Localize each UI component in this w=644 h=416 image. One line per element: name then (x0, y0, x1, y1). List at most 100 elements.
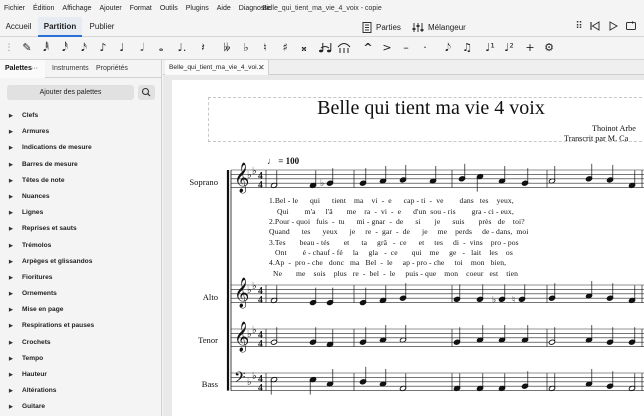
key-signature-flat: ♭ (252, 166, 257, 177)
expand-arrow-icon: ▶ (9, 323, 13, 330)
palette-item-label: Trémolos (22, 241, 52, 249)
expand-arrow-icon: ▶ (9, 274, 13, 281)
menu-item-5[interactable]: Outils (156, 5, 182, 12)
palette-item[interactable]: ▶ Têtes de note (0, 173, 160, 189)
expand-arrow-icon: ▶ (9, 193, 13, 200)
menu-item-0[interactable]: Fichier (0, 5, 29, 12)
augmentation-dot-icon[interactable]: ♩. (175, 40, 189, 56)
panel-tab-bar: Palettes ··· Instruments Propriétés (0, 60, 162, 78)
key-signature-flat: ♭ (247, 285, 252, 296)
palette-item[interactable]: ▶ Clefs (0, 108, 160, 124)
loop-icon[interactable] (624, 20, 638, 34)
mixer-icon (412, 22, 424, 32)
menu-item-6[interactable]: Plugins (182, 5, 213, 12)
document-tab[interactable]: Belle_qui_tient_ma_vie_4_voi... (165, 60, 269, 75)
toolbar-grip-icon[interactable]: ⋮ (2, 40, 16, 56)
add-icon[interactable]: + (523, 40, 537, 56)
double-sharp-icon[interactable]: 𝄪 (297, 40, 311, 56)
double-flat-icon[interactable]: 𝄫 (220, 40, 234, 56)
palette-item[interactable]: ▶ Armures (0, 124, 160, 140)
tie-icon[interactable] (318, 40, 332, 56)
flip-direction-icon[interactable]: ♫ (460, 40, 474, 56)
lyric-line-5[interactable]: 3.Tes beau - tés et ta grâ - ce et tes d… (269, 238, 644, 247)
32nd-note-icon[interactable]: 𝅘𝅥𝅰 (58, 40, 72, 56)
score-canvas[interactable]: Belle qui tient ma vie 4 voix Thoinot Ar… (163, 75, 644, 416)
time-signature: 4 (258, 180, 263, 190)
palette-item-label: Armures (22, 128, 50, 136)
palette-item[interactable]: ▶ Nuances (0, 189, 160, 205)
lyric-line-3[interactable]: 2.Pour - quoi fuis - tu mi - gnar - de s… (269, 217, 644, 226)
palette-item[interactable]: ▶ Reprises et sauts (0, 221, 160, 237)
tab-home[interactable]: Accueil (0, 17, 37, 37)
customize-toolbar-icon[interactable]: ⚙ (542, 40, 556, 56)
expand-arrow-icon: ▶ (9, 145, 13, 152)
palette-item[interactable]: ▶ Crochets (0, 335, 160, 351)
palette-item[interactable]: ▶ Guitare (0, 399, 160, 415)
palette-item[interactable]: ▶ Mise en page (0, 302, 160, 318)
palette-item[interactable]: ▶ Fioritures (0, 270, 160, 286)
palette-item[interactable]: ▶ Lignes (0, 205, 160, 221)
close-icon[interactable]: ✕ (258, 60, 265, 75)
sharp-icon[interactable]: ♯ (278, 40, 292, 56)
64th-note-icon[interactable]: 𝅘𝅥𝅱 (39, 40, 53, 56)
eighth-note-icon[interactable]: ♪ (96, 40, 110, 56)
tab-properties[interactable]: Propriétés (96, 60, 136, 78)
parts-button[interactable]: Parties (362, 17, 401, 37)
menu-item-4[interactable]: Format (126, 5, 156, 12)
play-icon[interactable] (606, 20, 620, 34)
palette-item[interactable]: ▶ Trémolos (0, 238, 160, 254)
tenuto-icon[interactable]: – (399, 40, 413, 56)
add-palettes-button[interactable]: Ajouter des palettes (7, 85, 134, 100)
accent-icon[interactable]: > (380, 40, 394, 56)
palette-item-label: Têtes de note (22, 176, 65, 184)
lyric-line-4[interactable]: Quand tes yeux je re - gar - de je me pe… (269, 227, 644, 236)
tab-score[interactable]: Partition (38, 17, 82, 37)
whole-note-icon[interactable]: 𝅝 (154, 40, 168, 56)
menu-item-1[interactable]: Édition (29, 5, 58, 12)
menu-item-2[interactable]: Affichage (58, 5, 95, 12)
staccato-icon[interactable]: · (418, 40, 432, 56)
slur-icon[interactable] (337, 40, 351, 56)
key-signature-flat: ♭ (252, 371, 257, 382)
panel-more-icon[interactable]: ··· (31, 60, 45, 78)
tab-instruments[interactable]: Instruments (52, 60, 92, 78)
note-input-pen-icon[interactable]: ✎ (20, 40, 34, 56)
score-page[interactable]: Belle qui tient ma vie 4 voix Thoinot Ar… (172, 80, 644, 416)
grip-icon[interactable]: ⠿ (572, 20, 586, 34)
palette-item[interactable]: ▶ Arpèges et glissandos (0, 254, 160, 270)
palette-item[interactable]: ▶ Hauteur (0, 367, 160, 383)
voice-1-icon[interactable]: ♩¹ (483, 40, 497, 56)
palette-item[interactable]: ▶ Respirations et pauses (0, 318, 160, 334)
voice-2-icon[interactable]: ♩² (502, 40, 516, 56)
mixer-button[interactable]: Mélangeur (412, 17, 466, 37)
half-note-icon[interactable]: 𝅗𝅥 (135, 40, 149, 56)
lyric-line-7[interactable]: 4.Ap - pro - che donc ma Bel - le ap - p… (269, 258, 644, 267)
tab-publish[interactable]: Publier (84, 17, 120, 37)
lyric-line-6[interactable]: Ont é - chauf - fé la gla - ce qui me ge… (269, 248, 644, 257)
menu-item-3[interactable]: Ajouter (95, 5, 125, 12)
lyric-line-2[interactable]: Qui m'a l'â me ra - vi - e d'un sou - ri… (269, 207, 644, 216)
quarter-note-icon[interactable]: ♩ (115, 40, 129, 56)
marcato-icon[interactable]: ^ (361, 40, 375, 56)
natural-icon[interactable]: ♮ (258, 40, 272, 56)
key-signature-flat: ♭ (247, 170, 252, 181)
menu-item-8[interactable]: Diagnostic (235, 5, 276, 12)
note-input-toolbar: ⋮ ✎ 𝅘𝅥𝅱 𝅘𝅥𝅰 𝅘𝅥𝅯 ♪ ♩ 𝅗𝅥 𝅝 ♩. 𝄽 𝄫 ♭ ♮ ♯ 𝄪 … (0, 37, 644, 60)
palette-item[interactable]: ▶ Barres de mesure (0, 157, 160, 173)
16th-note-icon[interactable]: 𝅘𝅥𝅯 (77, 40, 91, 56)
palette-search-button[interactable] (138, 85, 155, 100)
palette-item[interactable]: ▶ Ornements (0, 286, 160, 302)
palette-item-label: Crochets (22, 338, 51, 346)
palette-item-label: Lignes (22, 209, 44, 217)
palette-item[interactable]: ▶ Tempo (0, 351, 160, 367)
lyric-line-1[interactable]: 1.Bel - le qui tient ma vi - e cap - ti … (269, 196, 644, 205)
palette-item[interactable]: ▶ Altérations (0, 383, 160, 399)
palette-item[interactable]: ▶ Indications de mesure (0, 140, 160, 156)
rewind-icon[interactable] (588, 20, 602, 34)
rest-icon[interactable]: 𝄽 (196, 40, 210, 56)
lyric-line-8[interactable]: Ne me sois plus re - bel - le puis - que… (269, 269, 644, 278)
accidental-flat: ♭ (320, 178, 324, 188)
tuplet-icon[interactable]: 𝅘𝅥𝅮 (441, 40, 455, 56)
menu-item-7[interactable]: Aide (213, 5, 235, 12)
flat-icon[interactable]: ♭ (239, 40, 253, 56)
